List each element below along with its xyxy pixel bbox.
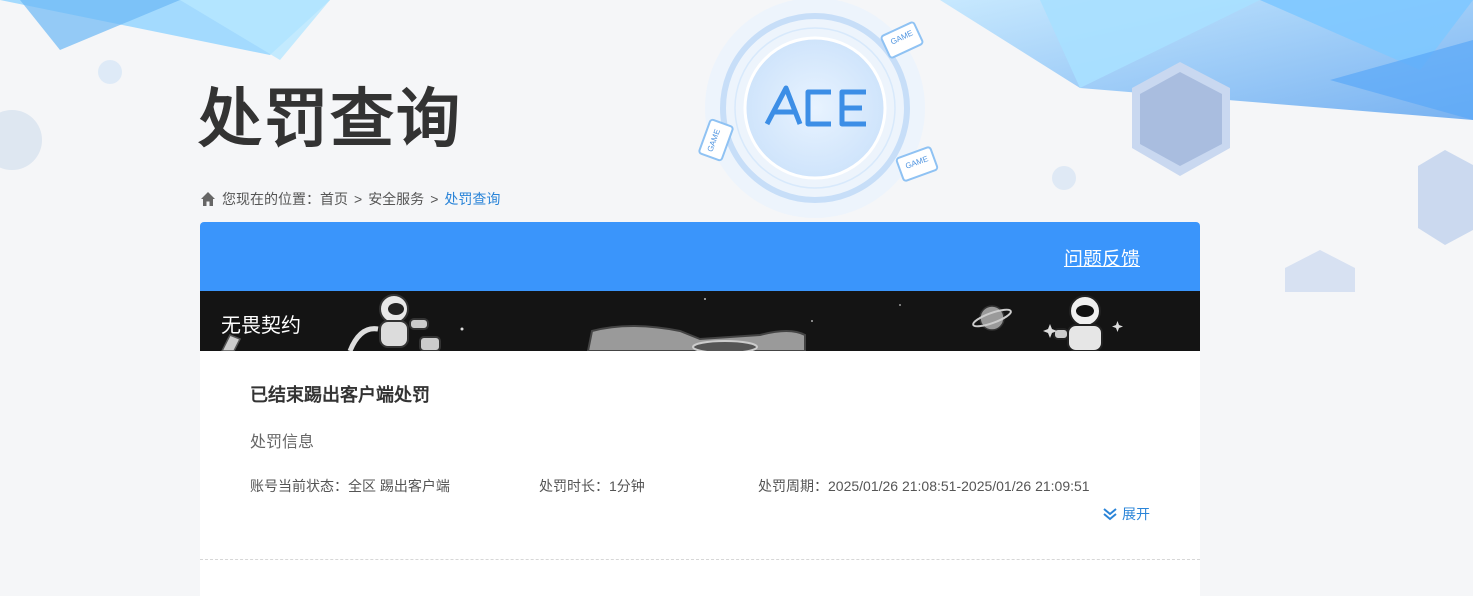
- game-banner: 无畏契约: [200, 291, 1200, 351]
- game-badge-3: GAME: [904, 154, 930, 171]
- breadcrumb-separator: >: [430, 191, 439, 207]
- breadcrumb-prefix: 您现在的位置：: [222, 191, 320, 207]
- game-banner-art: [200, 291, 1200, 351]
- breadcrumb-separator: >: [354, 191, 363, 207]
- penalty-record: 已结束踢出客户端处罚 处罚信息 账号当前状态：全区 踢出客户端 处罚时长：1分钟…: [200, 351, 1200, 560]
- expand-label: 展开: [1122, 506, 1150, 522]
- game-name: 无畏契约: [221, 315, 301, 337]
- record-title: 已结束踢出客户端处罚: [250, 385, 430, 405]
- breadcrumb-home-link[interactable]: 首页: [320, 189, 348, 209]
- breadcrumb-current: 处罚查询: [444, 191, 501, 207]
- penalty-info-row: 账号当前状态：全区 踢出客户端 处罚时长：1分钟 处罚周期：2025/01/26…: [250, 476, 1150, 496]
- penalty-panel: 问题反馈 无畏契约 已结束踢出客户端处罚 处罚信息 账号当前状态：全区 踢出客户…: [200, 222, 1200, 596]
- expand-button[interactable]: 展开: [1102, 504, 1150, 524]
- account-status: 账号当前状态：全区 踢出客户端: [250, 478, 450, 494]
- game-badge-1: GAME: [889, 28, 915, 47]
- breadcrumb: 您现在的位置： 首页 > 安全服务 > 处罚查询: [200, 190, 500, 208]
- panel-header: 问题反馈: [200, 222, 1200, 291]
- penalty-duration: 处罚时长：1分钟: [539, 478, 645, 494]
- game-badge-2: GAME: [705, 127, 723, 154]
- record-section-label: 处罚信息: [250, 434, 315, 451]
- double-chevron-down-icon: [1103, 508, 1117, 521]
- penalty-period: 处罚周期：2025/01/26 21:08:51-2025/01/26 21:0…: [758, 478, 1090, 494]
- page-title: 处罚查询: [198, 83, 462, 155]
- feedback-link[interactable]: 问题反馈: [1064, 244, 1140, 271]
- home-icon: [201, 192, 215, 206]
- breadcrumb-security-link[interactable]: 安全服务: [368, 189, 424, 209]
